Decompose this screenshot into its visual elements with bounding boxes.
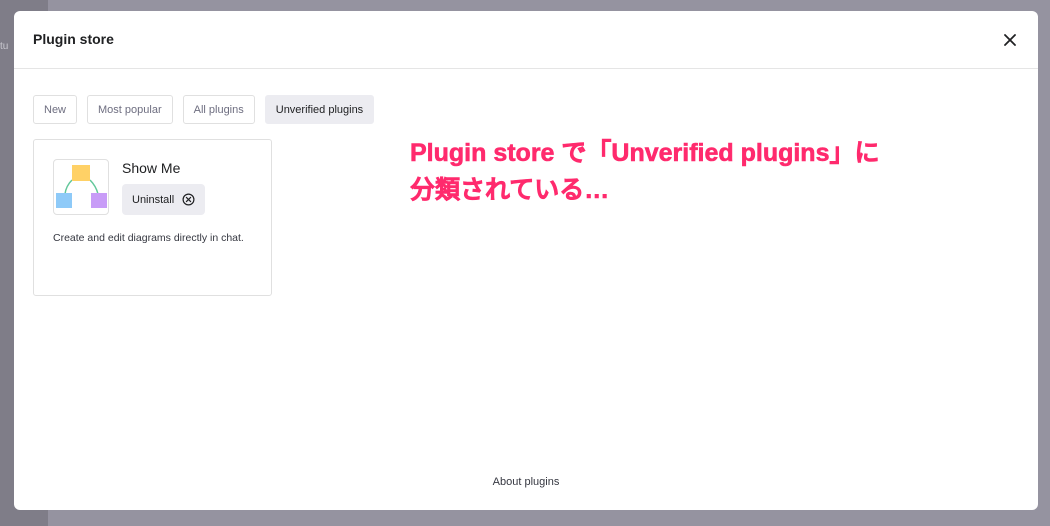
annotation-line-1: Plugin store で「Unverified plugins」に [410, 139, 880, 168]
tab-new[interactable]: New [33, 95, 78, 124]
uninstall-label: Uninstall [132, 193, 175, 206]
annotation-overlay: Plugin store で「Unverified plugins」に 分類され… [410, 135, 970, 209]
annotation-line-2: 分類されている… [410, 176, 610, 205]
uninstall-button[interactable]: Uninstall [122, 184, 206, 215]
plugin-logo [53, 159, 109, 215]
diagram-logo-icon [56, 165, 107, 208]
tab-all-plugins[interactable]: All plugins [182, 95, 255, 124]
close-button[interactable] [1000, 30, 1020, 50]
plugin-store-modal: Plugin store New Most popular All plugin… [14, 11, 1038, 510]
plugin-name: Show Me [122, 160, 181, 176]
tab-most-popular[interactable]: Most popular [87, 95, 173, 124]
tab-unverified-plugins[interactable]: Unverified plugins [264, 95, 375, 124]
modal-title: Plugin store [33, 31, 114, 47]
close-icon [1004, 34, 1016, 46]
plugin-description: Create and edit diagrams directly in cha… [53, 232, 244, 244]
about-plugins-link[interactable]: About plugins [14, 476, 1038, 488]
modal-header: Plugin store [14, 11, 1038, 69]
background-peek-text: tu [0, 41, 9, 52]
circle-x-icon [182, 193, 195, 206]
filter-tabs: New Most popular All plugins Unverified … [33, 95, 375, 124]
plugin-card: Show Me Uninstall Create and edit diagra… [33, 139, 272, 296]
